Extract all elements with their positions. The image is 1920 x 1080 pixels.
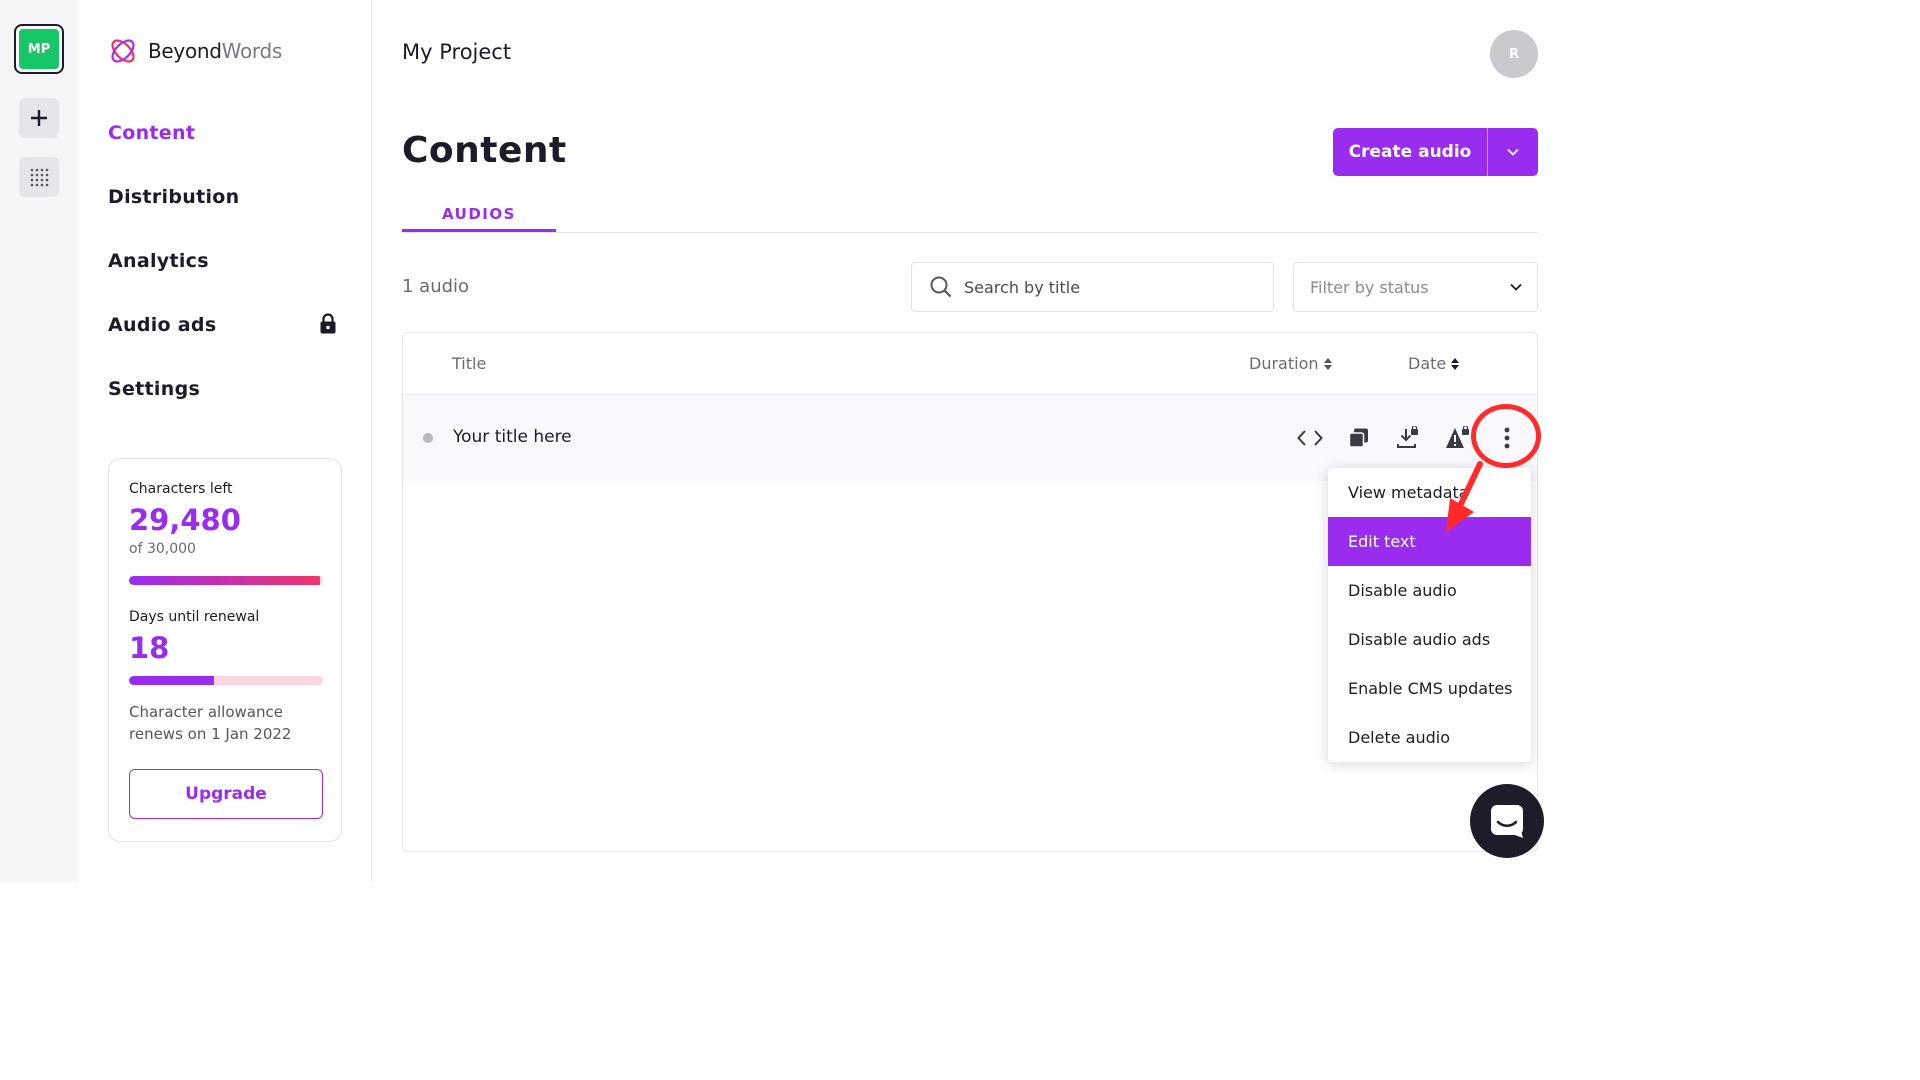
row-title[interactable]: Your title here bbox=[453, 427, 572, 447]
create-audio-dropdown[interactable] bbox=[1488, 128, 1538, 176]
apps-button[interactable] bbox=[19, 157, 59, 197]
upgrade-button[interactable]: Upgrade bbox=[129, 769, 323, 819]
create-audio-split-button: Create audio bbox=[1333, 128, 1538, 176]
column-date[interactable]: Date bbox=[1408, 354, 1460, 373]
project-name: My Project bbox=[402, 40, 512, 64]
copy-icon bbox=[1348, 428, 1368, 448]
column-duration[interactable]: Duration bbox=[1249, 354, 1332, 373]
page-title: Content bbox=[402, 130, 567, 171]
copy-button[interactable] bbox=[1346, 425, 1372, 451]
workspace-initials: MP bbox=[19, 29, 59, 69]
brand-name-light: Words bbox=[221, 39, 283, 63]
ads-button[interactable] bbox=[1445, 425, 1471, 451]
nav-audio-ads[interactable]: Audio ads bbox=[108, 314, 216, 336]
days-until-renewal-label: Days until renewal bbox=[129, 609, 260, 625]
characters-total: of 30,000 bbox=[129, 541, 196, 557]
brand-name: BeyondWords bbox=[148, 39, 282, 63]
table-header: Title Duration Date bbox=[403, 333, 1537, 395]
characters-progress-bar bbox=[129, 576, 323, 585]
search-input[interactable]: Search by title bbox=[911, 262, 1274, 312]
nav-analytics[interactable]: Analytics bbox=[108, 250, 209, 272]
download-locked-icon bbox=[1397, 426, 1418, 448]
sort-icon bbox=[1451, 357, 1460, 370]
audio-count: 1 audio bbox=[402, 276, 470, 297]
user-avatar[interactable]: R bbox=[1490, 30, 1538, 78]
warning-locked-icon bbox=[1446, 426, 1469, 448]
nav-settings[interactable]: Settings bbox=[108, 378, 200, 400]
annotation-arrow-icon bbox=[1446, 461, 1483, 532]
status-dot bbox=[423, 433, 433, 443]
filter-placeholder: Filter by status bbox=[1310, 277, 1429, 297]
search-placeholder: Search by title bbox=[964, 277, 1081, 297]
brand-name-bold: Beyond bbox=[148, 39, 222, 63]
sidebar: BeyondWords Content Distribution Analyti… bbox=[78, 0, 372, 882]
sort-icon bbox=[1323, 357, 1332, 370]
code-icon bbox=[1297, 430, 1323, 446]
chat-icon bbox=[1491, 805, 1523, 838]
column-date-label: Date bbox=[1408, 354, 1447, 373]
renewal-progress-fill bbox=[129, 676, 215, 685]
add-workspace-button[interactable] bbox=[19, 98, 59, 138]
embed-code-button[interactable] bbox=[1297, 425, 1323, 451]
renewal-progress-bar bbox=[129, 676, 323, 685]
tab-bar: AUDIOS bbox=[402, 200, 1538, 233]
column-title-label: Title bbox=[452, 354, 487, 373]
workspace-rail: MP bbox=[0, 0, 78, 882]
lock-icon bbox=[320, 313, 336, 334]
nav-content[interactable]: Content bbox=[108, 122, 195, 144]
column-duration-label: Duration bbox=[1249, 354, 1319, 373]
usage-card: Characters left 29,480 of 30,000 Days un… bbox=[108, 458, 342, 842]
plus-icon bbox=[31, 110, 47, 126]
chat-launcher-button[interactable] bbox=[1470, 784, 1544, 858]
nav-distribution[interactable]: Distribution bbox=[108, 186, 239, 208]
chevron-down-icon bbox=[1510, 283, 1522, 291]
tab-audios[interactable]: AUDIOS bbox=[402, 200, 556, 232]
workspace-avatar[interactable]: MP bbox=[14, 24, 64, 74]
menu-item-disable-audio-ads[interactable]: Disable audio ads bbox=[1328, 615, 1531, 664]
menu-item-enable-cms-updates[interactable]: Enable CMS updates bbox=[1328, 664, 1531, 713]
characters-left-label: Characters left bbox=[129, 481, 233, 497]
menu-item-disable-audio[interactable]: Disable audio bbox=[1328, 566, 1531, 615]
create-audio-button[interactable]: Create audio bbox=[1333, 128, 1488, 176]
column-title: Title bbox=[452, 354, 486, 373]
status-filter-select[interactable]: Filter by status bbox=[1293, 262, 1538, 312]
characters-left-value: 29,480 bbox=[129, 503, 241, 537]
brand-logo[interactable]: BeyondWords bbox=[108, 36, 282, 66]
chevron-down-icon bbox=[1507, 148, 1519, 156]
beyondwords-logo-icon bbox=[111, 39, 135, 63]
search-icon bbox=[930, 276, 952, 298]
download-button[interactable] bbox=[1395, 425, 1421, 451]
renewal-note: Character allowance renews on 1 Jan 2022 bbox=[129, 703, 292, 743]
grid-icon bbox=[30, 168, 49, 187]
days-until-renewal-value: 18 bbox=[129, 631, 170, 665]
menu-item-delete-audio[interactable]: Delete audio bbox=[1328, 713, 1531, 762]
characters-progress-fill bbox=[129, 576, 320, 585]
